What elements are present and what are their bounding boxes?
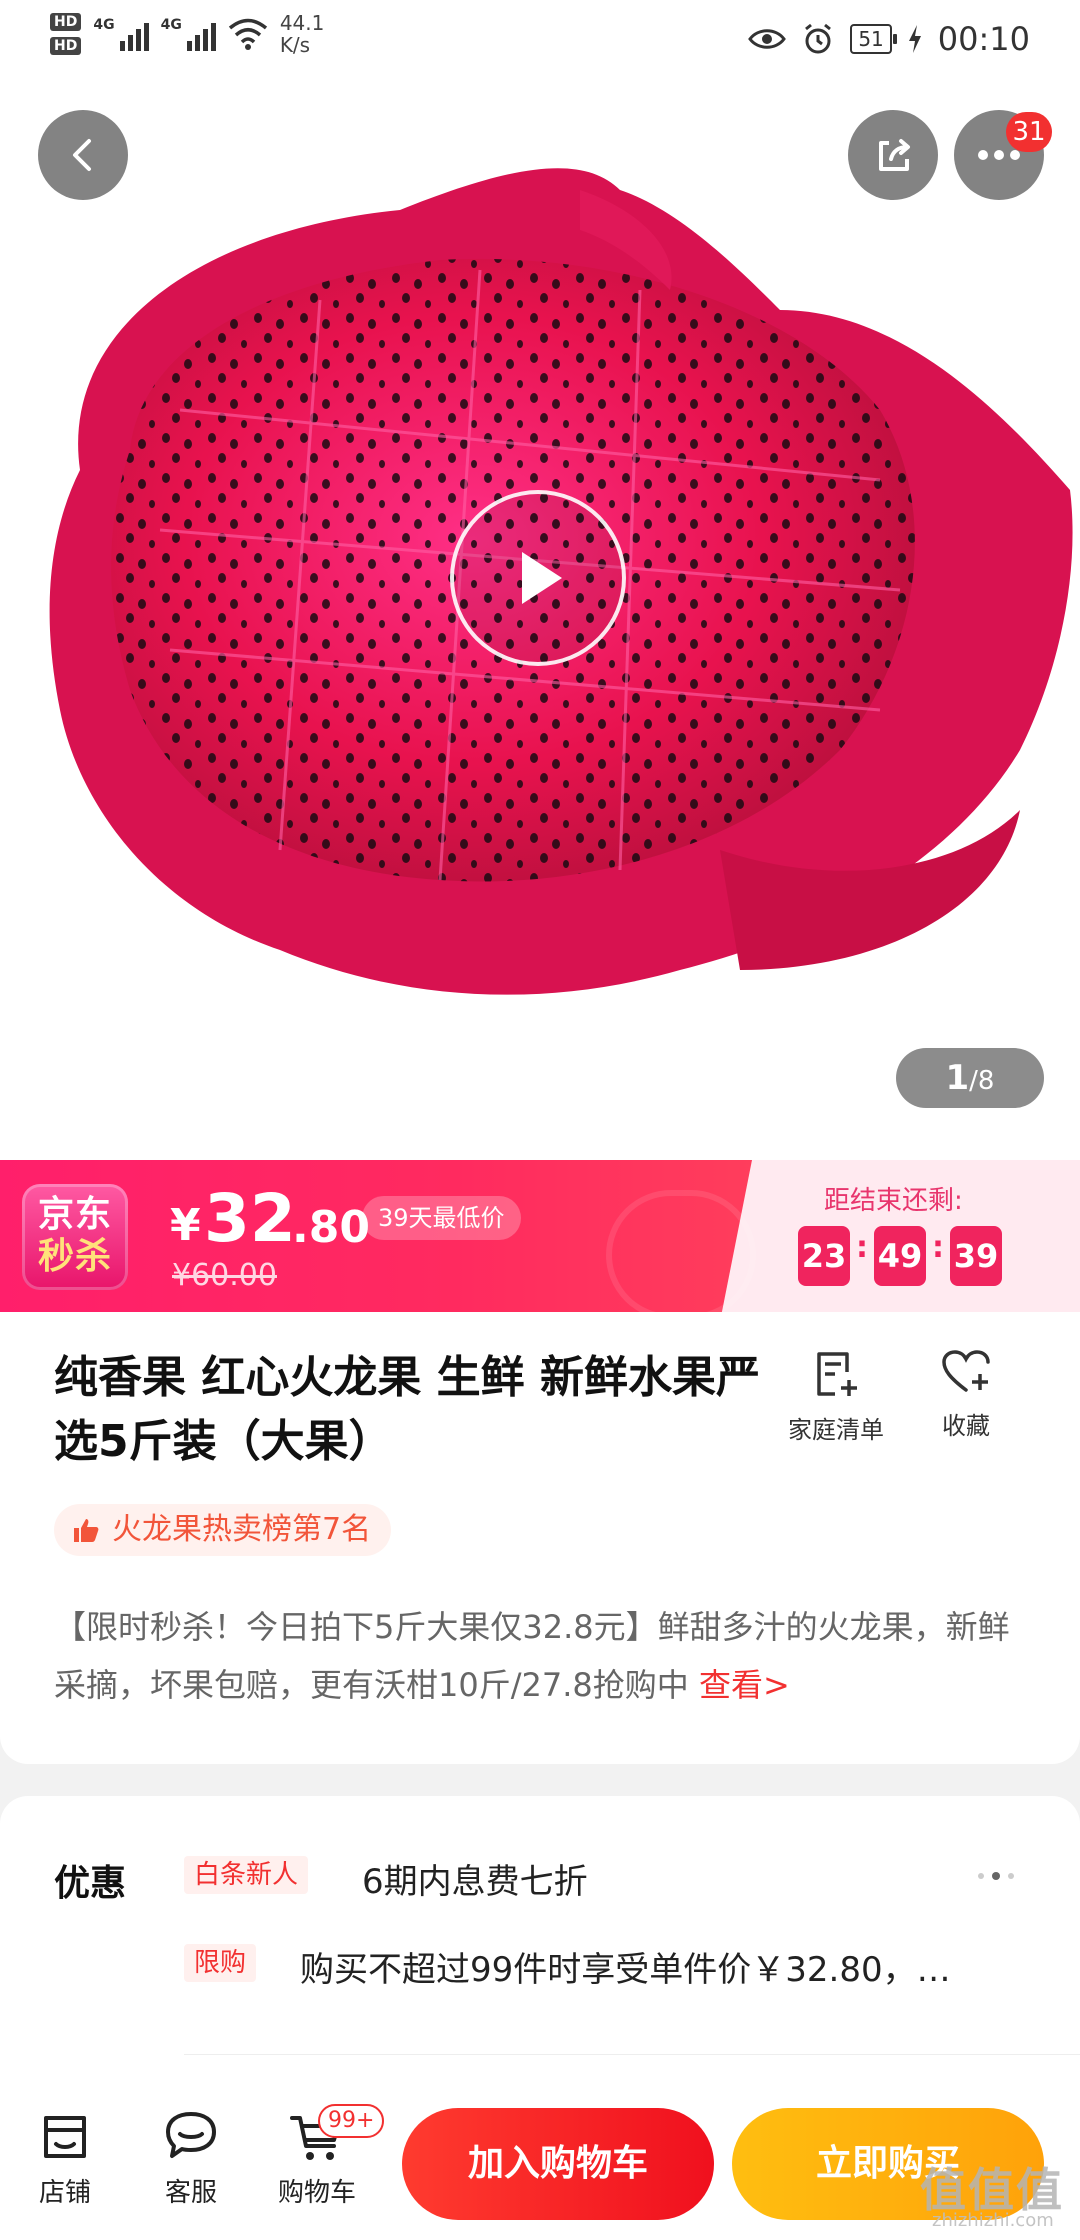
product-info-card: 纯香果 红心火龙果 生鲜 新鲜水果严选5斤装（大果） 家庭清单 收藏 火龙果热卖… xyxy=(0,1312,1080,1764)
wifi-icon xyxy=(228,18,267,50)
promotion-card[interactable]: 优惠 白条新人 6期内息费七折 限购 购买不超过99件时享受单件价￥32.80，… xyxy=(0,1796,1080,2096)
message-count-badge: 31 xyxy=(1006,112,1052,152)
network-type-2: 4G xyxy=(160,17,182,33)
counter-current: 1 xyxy=(945,1058,970,1098)
countdown-seconds: 39 xyxy=(950,1226,1002,1286)
baitiao-promo-text: 6期内息费七折 xyxy=(362,1862,588,1902)
logo-line1: 京东 xyxy=(37,1194,112,1235)
countdown-panel: 距结束还剩: 23 : 49 : 39 xyxy=(760,1160,1080,1312)
lowest-price-tag: 39天最低价 xyxy=(362,1196,521,1240)
more-dots-icon[interactable] xyxy=(978,1872,1014,1880)
heart-icon xyxy=(942,1350,990,1392)
site-watermark-url: zhizhizhi.com xyxy=(932,2210,1054,2231)
image-page-counter: 1/8 xyxy=(896,1048,1044,1108)
status-bar: HD HD 4G 4G 44.1 K/s 51 00:10 xyxy=(0,0,1080,84)
alarm-icon xyxy=(805,23,832,54)
cart-label: 购物车 xyxy=(277,2178,356,2208)
divider xyxy=(184,2054,1080,2055)
customer-service-label: 客服 xyxy=(164,2178,217,2208)
more-dots-icon xyxy=(978,150,1020,160)
store-label: 店铺 xyxy=(38,2178,91,2208)
thumbs-up-icon xyxy=(74,1519,99,1542)
back-button[interactable] xyxy=(38,110,128,200)
countdown-separator: : xyxy=(932,1230,944,1265)
hd-indicators: HD HD xyxy=(50,13,82,55)
seckill-banner: 京东 秒杀 ¥ 32 .80 39天最低价 ¥60.00 距结束还剩: 23 :… xyxy=(0,1160,1080,1312)
hd2-icon: HD xyxy=(50,37,82,55)
cart-count-badge: 99+ xyxy=(318,2104,385,2138)
original-price: ¥60.00 xyxy=(172,1258,277,1293)
eye-icon xyxy=(748,29,787,49)
store-button[interactable]: 店铺 xyxy=(10,2110,120,2209)
family-list-button[interactable]: 家庭清单 xyxy=(766,1348,906,1445)
description-text: 【限时秒杀！今日拍下5斤大果仅32.8元】鲜甜多汁的火龙果，新鲜采摘，坏果包赔，… xyxy=(54,1608,1010,1704)
chevron-left-icon xyxy=(73,139,91,171)
purchase-limit-tag: 限购 xyxy=(184,1944,257,1982)
product-image-carousel[interactable]: 31 1/8 xyxy=(0,0,1080,1160)
network-type-1: 4G xyxy=(93,17,115,33)
chat-bubble-icon xyxy=(166,2112,216,2158)
countdown-label: 距结束还剩: xyxy=(824,1186,963,1216)
hd1-icon: HD xyxy=(50,13,82,31)
countdown-minutes: 49 xyxy=(874,1226,926,1286)
hot-rank-text: 火龙果热卖榜第7名 xyxy=(112,1512,372,1547)
store-icon xyxy=(44,2116,86,2158)
cart-button[interactable]: 99+ 购物车 xyxy=(262,2104,385,2209)
play-icon xyxy=(522,552,562,604)
family-list-label: 家庭清单 xyxy=(788,1416,884,1444)
network-speed: 44.1 K/s xyxy=(280,12,325,56)
customer-service-button[interactable]: 客服 xyxy=(136,2110,246,2209)
add-to-cart-button[interactable]: 加入购物车 xyxy=(402,2108,714,2220)
purchase-limit-text: 购买不超过99件时享受单件价￥32.80，超出数量以结算价为准 xyxy=(300,1950,960,1990)
signal-1-icon: 4G xyxy=(93,17,149,51)
battery-icon: 51 xyxy=(850,24,898,54)
share-icon xyxy=(879,139,910,171)
product-description: 【限时秒杀！今日拍下5斤大果仅32.8元】鲜甜多汁的火龙果，新鲜采摘，坏果包赔，… xyxy=(54,1598,1034,1714)
counter-total: /8 xyxy=(969,1066,995,1096)
clock-time: 00:10 xyxy=(937,20,1030,58)
view-more-link[interactable]: 查看> xyxy=(699,1666,790,1704)
baitiao-newuser-tag: 白条新人 xyxy=(184,1856,309,1894)
jd-seckill-logo: 京东 秒杀 xyxy=(22,1184,128,1290)
hot-rank-badge[interactable]: 火龙果热卖榜第7名 xyxy=(54,1504,392,1556)
charging-icon xyxy=(908,25,921,53)
countdown-hours: 23 xyxy=(798,1226,850,1286)
currency-symbol: ¥ xyxy=(170,1200,201,1251)
clock-decoration xyxy=(606,1190,756,1312)
speed-value: 44.1 xyxy=(279,11,325,35)
favorite-button[interactable]: 收藏 xyxy=(896,1348,1036,1441)
logo-line2: 秒杀 xyxy=(37,1236,112,1277)
list-add-icon xyxy=(817,1352,857,1396)
favorite-label: 收藏 xyxy=(942,1412,990,1440)
price-integer: 32 xyxy=(204,1180,296,1257)
countdown-separator: : xyxy=(856,1230,868,1265)
product-detail-page: 31 1/8 HD HD 4G 4G 44.1 K/s 51 00:10 京东 … xyxy=(0,0,1080,2240)
promotion-heading: 优惠 xyxy=(54,1863,127,1904)
signal-2-icon: 4G xyxy=(161,17,216,51)
play-video-button[interactable] xyxy=(450,490,626,666)
share-button[interactable] xyxy=(848,110,938,200)
speed-unit: K/s xyxy=(279,33,311,57)
bottom-action-bar: 店铺 客服 99+ 购物车 加入购物车 立即购买 xyxy=(0,2090,1080,2240)
price-decimal: .80 xyxy=(292,1202,370,1253)
product-title: 纯香果 红心火龙果 生鲜 新鲜水果严选5斤装（大果） xyxy=(54,1352,760,1467)
